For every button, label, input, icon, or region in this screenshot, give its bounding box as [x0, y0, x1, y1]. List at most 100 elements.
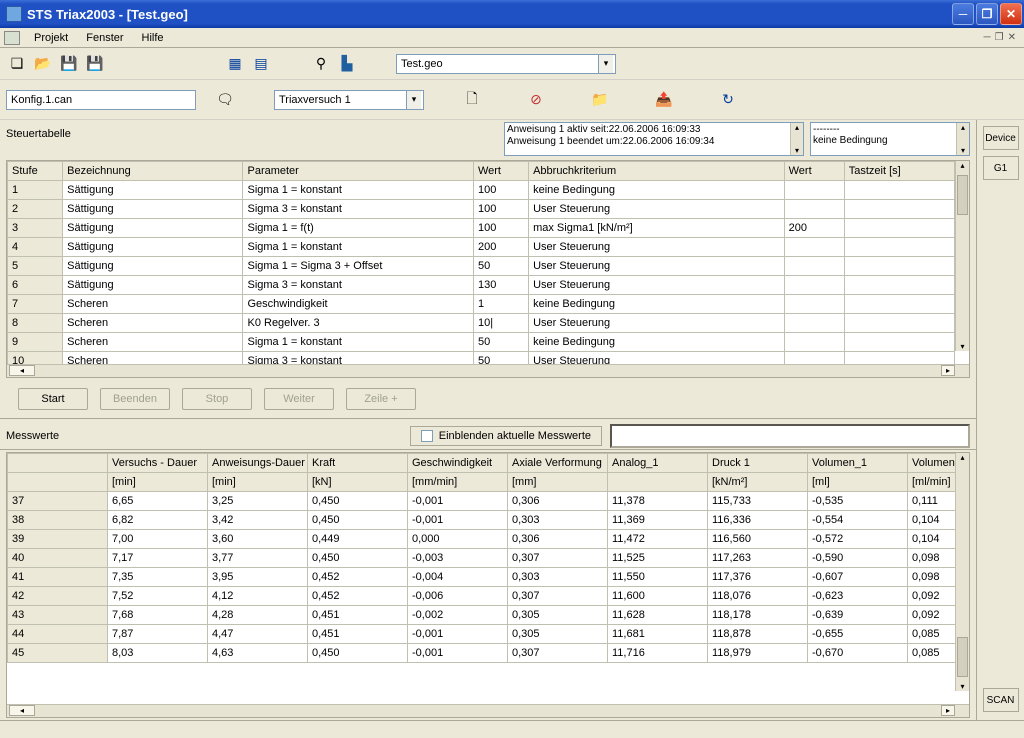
g1-button[interactable]: G1: [983, 156, 1019, 180]
cell[interactable]: -0,535: [808, 492, 908, 511]
cell[interactable]: [844, 352, 954, 365]
row-number[interactable]: 3: [8, 219, 63, 238]
cell[interactable]: Sigma 3 = konstant: [243, 276, 473, 295]
column-header[interactable]: Versuchs - Dauer: [108, 454, 208, 473]
cell[interactable]: 50: [473, 257, 528, 276]
cell[interactable]: [844, 200, 954, 219]
cell[interactable]: 0,307: [508, 549, 608, 568]
save-icon[interactable]: 💾: [58, 53, 80, 75]
cell[interactable]: [844, 314, 954, 333]
column-header[interactable]: Abbruchkriterium: [529, 162, 785, 181]
cell[interactable]: 0,450: [308, 511, 408, 530]
row-number[interactable]: 39: [8, 530, 108, 549]
cell[interactable]: 11,628: [608, 606, 708, 625]
cell[interactable]: -0,607: [808, 568, 908, 587]
cell[interactable]: 118,178: [708, 606, 808, 625]
cell[interactable]: Scheren: [63, 333, 243, 352]
scan-button[interactable]: SCAN: [983, 688, 1019, 712]
cell[interactable]: Sigma 1 = Sigma 3 + Offset: [243, 257, 473, 276]
cell[interactable]: User Steuerung: [529, 200, 785, 219]
cell[interactable]: 1: [473, 295, 528, 314]
cell[interactable]: Scheren: [63, 295, 243, 314]
cell[interactable]: 0,306: [508, 530, 608, 549]
vscrollbar[interactable]: [955, 161, 969, 351]
cell[interactable]: -0,001: [408, 625, 508, 644]
table-row[interactable]: 9ScherenSigma 1 = konstant50keine Beding…: [8, 333, 955, 352]
condition-listbox[interactable]: -------- keine Bedingung: [810, 122, 970, 156]
cell[interactable]: 0,305: [508, 625, 608, 644]
cell[interactable]: [844, 276, 954, 295]
row-number[interactable]: 9: [8, 333, 63, 352]
cell[interactable]: 50: [473, 352, 528, 365]
cell[interactable]: Sättigung: [63, 276, 243, 295]
table-row[interactable]: 7ScherenGeschwindigkeit1keine Bedingung: [8, 295, 955, 314]
cell[interactable]: [784, 295, 844, 314]
cell[interactable]: [784, 314, 844, 333]
column-header[interactable]: Kraft: [308, 454, 408, 473]
experiment-combo[interactable]: Triaxversuch 1: [274, 90, 424, 110]
cell[interactable]: -0,001: [408, 644, 508, 663]
cell[interactable]: -0,001: [408, 511, 508, 530]
stop-button[interactable]: Stop: [182, 388, 252, 410]
column-header[interactable]: Anweisungs-Dauer: [208, 454, 308, 473]
cell[interactable]: 0,449: [308, 530, 408, 549]
cell[interactable]: 3,60: [208, 530, 308, 549]
cell[interactable]: 118,979: [708, 644, 808, 663]
row-number[interactable]: 40: [8, 549, 108, 568]
cell[interactable]: 4,12: [208, 587, 308, 606]
cell[interactable]: 11,369: [608, 511, 708, 530]
cell[interactable]: -0,623: [808, 587, 908, 606]
row-number[interactable]: 41: [8, 568, 108, 587]
cell[interactable]: Sigma 1 = konstant: [243, 181, 473, 200]
row-number[interactable]: 45: [8, 644, 108, 663]
refresh-button[interactable]: ↻: [698, 89, 758, 111]
row-number[interactable]: 5: [8, 257, 63, 276]
column-header[interactable]: Axiale Verformung: [508, 454, 608, 473]
column-header[interactable]: Wert: [784, 162, 844, 181]
cell[interactable]: 0,451: [308, 625, 408, 644]
cell[interactable]: -0,670: [808, 644, 908, 663]
cell[interactable]: [784, 352, 844, 365]
note-icon[interactable]: 🗨: [214, 89, 236, 111]
cell[interactable]: User Steuerung: [529, 238, 785, 257]
cell[interactable]: Sigma 3 = konstant: [243, 200, 473, 219]
menu-projekt[interactable]: Projekt: [26, 30, 76, 46]
cell[interactable]: 4,47: [208, 625, 308, 644]
cell[interactable]: 0,307: [508, 587, 608, 606]
open-folder-button[interactable]: 📁: [570, 89, 630, 111]
cell[interactable]: Sigma 1 = konstant: [243, 333, 473, 352]
cell[interactable]: 100: [473, 219, 528, 238]
column-header[interactable]: Stufe: [8, 162, 63, 181]
table-row[interactable]: 5SättigungSigma 1 = Sigma 3 + Offset50Us…: [8, 257, 955, 276]
table-row[interactable]: 1SättigungSigma 1 = konstant100keine Bed…: [8, 181, 955, 200]
cell[interactable]: keine Bedingung: [529, 295, 785, 314]
vscrollbar[interactable]: [955, 453, 969, 691]
file-combo[interactable]: Test.geo: [396, 54, 616, 74]
cell[interactable]: 116,560: [708, 530, 808, 549]
cell[interactable]: 7,68: [108, 606, 208, 625]
cell[interactable]: 50: [473, 333, 528, 352]
hscrollbar[interactable]: [7, 364, 969, 377]
cell[interactable]: 11,600: [608, 587, 708, 606]
row-number[interactable]: 44: [8, 625, 108, 644]
table-row[interactable]: 6SättigungSigma 3 = konstant130User Steu…: [8, 276, 955, 295]
cell[interactable]: 11,681: [608, 625, 708, 644]
cell[interactable]: 0,450: [308, 644, 408, 663]
cell[interactable]: User Steuerung: [529, 352, 785, 365]
menu-hilfe[interactable]: Hilfe: [134, 30, 172, 46]
cell[interactable]: Sättigung: [63, 181, 243, 200]
row-number[interactable]: 6: [8, 276, 63, 295]
close-button[interactable]: ✕: [1000, 3, 1022, 25]
table-row[interactable]: 427,524,120,452-0,0060,30711,600118,076-…: [8, 587, 970, 606]
cell[interactable]: [784, 238, 844, 257]
cell[interactable]: 3,77: [208, 549, 308, 568]
cell[interactable]: K0 Regelver. 3: [243, 314, 473, 333]
cell[interactable]: keine Bedingung: [529, 181, 785, 200]
cell[interactable]: 3,42: [208, 511, 308, 530]
cell[interactable]: Scheren: [63, 352, 243, 365]
new-icon[interactable]: ❏: [6, 53, 28, 75]
cell[interactable]: User Steuerung: [529, 314, 785, 333]
cell[interactable]: 0,303: [508, 568, 608, 587]
table-row[interactable]: 4SättigungSigma 1 = konstant200User Steu…: [8, 238, 955, 257]
cell[interactable]: Sigma 1 = konstant: [243, 238, 473, 257]
